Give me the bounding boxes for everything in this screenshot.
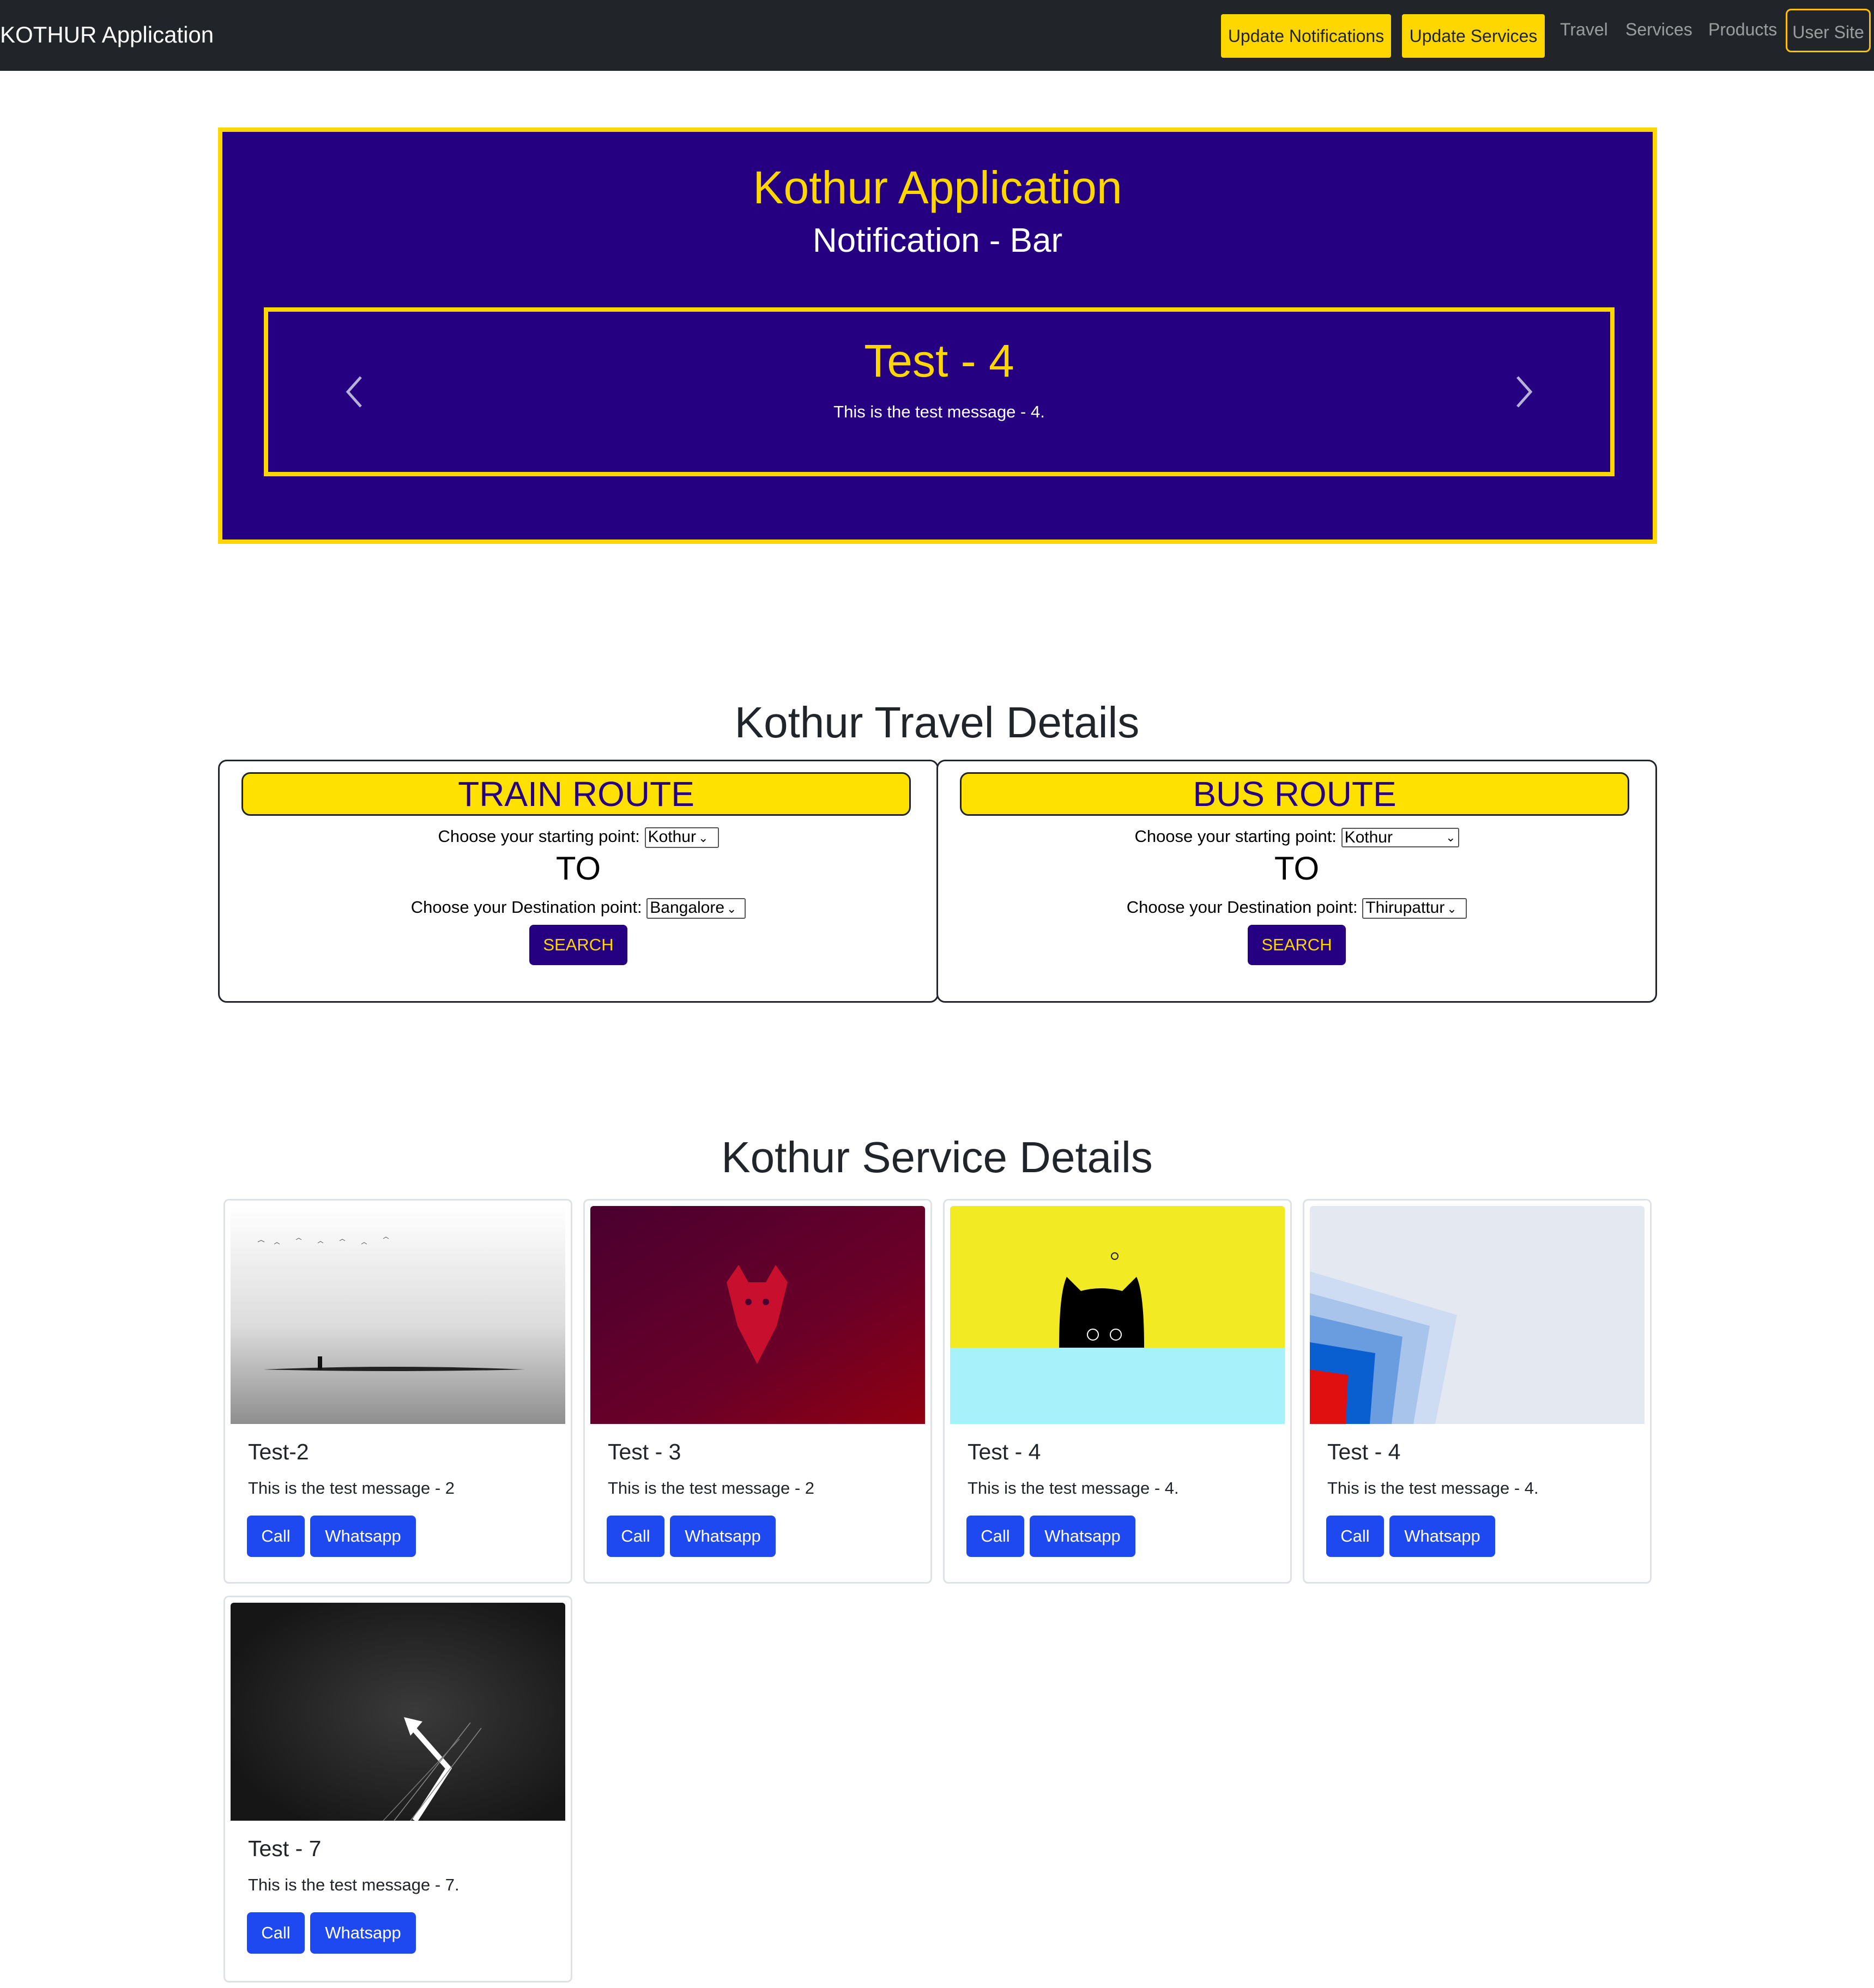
bus-to-label: TO <box>1274 850 1320 887</box>
bus-start-row: Choose your starting point: Kothur ⌄ <box>938 826 1655 847</box>
whatsapp-button[interactable]: Whatsapp <box>1030 1516 1135 1557</box>
black-cat-image <box>950 1206 1285 1424</box>
service-card-title: Test-2 <box>248 1439 309 1464</box>
user-site-button[interactable]: User Site <box>1786 9 1871 52</box>
service-card-title: Test - 3 <box>608 1439 681 1464</box>
train-dest-label: Choose your Destination point: <box>410 898 642 917</box>
notification-panel: Kothur Application Notification - Bar Te… <box>218 128 1657 544</box>
chevron-right-icon <box>1516 376 1533 408</box>
service-card-title: Test - 4 <box>968 1439 1041 1464</box>
dark-arrow-image <box>231 1603 565 1821</box>
chevron-down-icon: ⌄ <box>1446 830 1456 844</box>
bus-route-heading: BUS ROUTE <box>960 772 1629 816</box>
service-card: Test - 4 This is the test message - 4. C… <box>1303 1199 1652 1584</box>
service-card-text: This is the test message - 4. <box>1327 1478 1539 1498</box>
bus-route-card: BUS ROUTE Choose your starting point: Ko… <box>936 760 1657 1003</box>
services-section-title: Kothur Service Details <box>721 1133 1153 1181</box>
whatsapp-button[interactable]: Whatsapp <box>670 1516 776 1557</box>
train-route-heading: TRAIN ROUTE <box>241 772 911 816</box>
train-start-row: Choose your starting point: Kothur ⌄ <box>220 826 937 848</box>
whatsapp-button[interactable]: Whatsapp <box>1389 1516 1495 1557</box>
bus-dest-row: Choose your Destination point: Thirupatt… <box>938 896 1655 919</box>
train-search-button[interactable]: SEARCH <box>529 925 627 965</box>
call-button[interactable]: Call <box>607 1516 664 1557</box>
service-card: Test - 4 This is the test message - 4. C… <box>943 1199 1292 1584</box>
train-route-card: TRAIN ROUTE Choose your starting point: … <box>218 760 939 1003</box>
call-button[interactable]: Call <box>966 1516 1024 1557</box>
service-card-title: Test - 4 <box>1327 1439 1401 1464</box>
foggy-lake-image <box>231 1206 565 1424</box>
nav-link-services[interactable]: Services <box>1625 17 1692 41</box>
slide-title: Test - 4 <box>864 335 1014 386</box>
call-button[interactable]: Call <box>1326 1516 1384 1557</box>
service-card-text: This is the test message - 2 <box>608 1478 815 1498</box>
abstract-squares-image <box>1310 1206 1645 1424</box>
call-button[interactable]: Call <box>247 1912 305 1954</box>
carousel-next-button[interactable] <box>1512 373 1534 411</box>
service-card: Test-2 This is the test message - 2 Call… <box>223 1199 572 1584</box>
service-card-title: Test - 7 <box>248 1836 322 1861</box>
nav-link-products[interactable]: Products <box>1708 17 1777 41</box>
navbar: KOTHUR Application Update Notifications … <box>0 0 1874 71</box>
bus-start-select[interactable]: Kothur ⌄ <box>1341 827 1459 847</box>
train-dest-row: Choose your Destination point: Bangalore… <box>220 896 937 919</box>
notification-subtitle: Notification - Bar <box>812 222 1063 259</box>
bus-start-label: Choose your starting point: <box>1134 827 1337 846</box>
train-to-label: TO <box>555 850 601 887</box>
service-card: Test - 3 This is the test message - 2 Ca… <box>583 1199 932 1584</box>
bus-dest-select[interactable]: Thirupattur ⌄ <box>1362 898 1467 919</box>
whatsapp-button[interactable]: Whatsapp <box>310 1516 416 1557</box>
call-button[interactable]: Call <box>247 1516 305 1557</box>
service-card-text: This is the test message - 2 <box>248 1478 455 1498</box>
notification-title: Kothur Application <box>753 162 1122 213</box>
red-wolf-image <box>590 1206 925 1424</box>
whatsapp-button[interactable]: Whatsapp <box>310 1912 416 1954</box>
service-card-text: This is the test message - 7. <box>248 1875 460 1894</box>
bus-search-button[interactable]: SEARCH <box>1248 925 1346 965</box>
train-start-label: Choose your starting point: <box>438 827 640 846</box>
service-card: Test - 7 This is the test message - 7. C… <box>223 1596 572 1983</box>
update-services-button[interactable]: Update Services <box>1402 14 1545 58</box>
slide-text: This is the test message - 4. <box>833 402 1045 421</box>
chevron-down-icon: ⌄ <box>727 901 737 916</box>
navbar-brand[interactable]: KOTHUR Application <box>0 20 214 50</box>
bus-dest-label: Choose your Destination point: <box>1126 898 1358 917</box>
train-dest-select[interactable]: Bangalore ⌄ <box>646 898 746 919</box>
chevron-down-icon: ⌄ <box>1447 901 1457 916</box>
service-card-text: This is the test message - 4. <box>968 1478 1179 1498</box>
train-start-select[interactable]: Kothur ⌄ <box>644 827 719 848</box>
notification-carousel: Test - 4 This is the test message - 4. <box>264 307 1615 476</box>
chevron-down-icon: ⌄ <box>698 831 709 845</box>
travel-section-title: Kothur Travel Details <box>734 698 1140 747</box>
nav-link-travel[interactable]: Travel <box>1560 17 1608 41</box>
update-notifications-button[interactable]: Update Notifications <box>1221 14 1391 58</box>
